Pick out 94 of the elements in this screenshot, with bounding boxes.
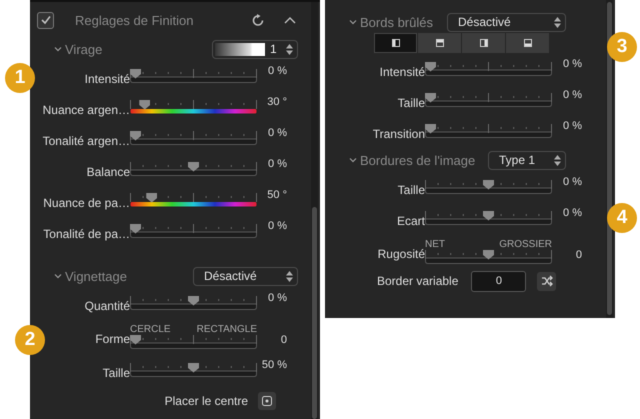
chevron-down-icon[interactable] <box>349 157 357 163</box>
shuffle-icon <box>540 275 553 287</box>
slider-label: Transition <box>372 126 425 140</box>
slider-value: 30 ° <box>267 96 287 108</box>
slider-value: 0 % <box>268 158 287 170</box>
input-field[interactable]: 0 <box>471 270 526 292</box>
slider[interactable] <box>425 180 552 194</box>
field-label: Border variable <box>377 274 458 288</box>
slider[interactable] <box>130 68 257 82</box>
section-title: Bords brûlés <box>360 14 433 30</box>
border-side-icon <box>480 39 488 47</box>
checkbox[interactable] <box>37 12 54 28</box>
slider[interactable] <box>425 124 552 138</box>
stepper-arrows-icon <box>286 44 293 54</box>
step-badge: 3 <box>607 32 637 62</box>
gradient-spinner[interactable]: 1 <box>212 40 298 58</box>
segment-tab[interactable] <box>506 33 549 53</box>
slider-value: 50 % <box>262 359 287 371</box>
center-button[interactable] <box>258 392 276 410</box>
slider-value: 0 <box>280 334 287 346</box>
slider[interactable] <box>425 210 552 224</box>
target-icon <box>262 396 272 406</box>
chevron-down-icon[interactable] <box>54 46 62 52</box>
step-badge: 2 <box>15 325 45 355</box>
slider-value: 50 ° <box>267 189 287 201</box>
slider-label: Intensité <box>380 64 425 78</box>
border-side-icon <box>392 39 400 47</box>
slider-label: Ecart <box>396 212 425 228</box>
segment-tab[interactable] <box>418 33 461 53</box>
slider[interactable] <box>425 62 552 76</box>
slider-value: 0 % <box>563 89 582 101</box>
chevron-down-icon[interactable] <box>54 273 62 279</box>
slider-label: Taille <box>398 94 425 110</box>
slider-label: Taille <box>398 182 425 196</box>
gradient-swatch <box>215 42 265 56</box>
slider-label: Rugosité <box>378 247 425 261</box>
slider[interactable] <box>130 100 257 114</box>
stepper-arrows-icon <box>554 154 561 166</box>
section-title: Vignettage <box>65 268 127 284</box>
dropdown[interactable]: Type 1 <box>488 150 566 170</box>
slider-label: Tonalité argen… <box>42 132 130 148</box>
slider[interactable] <box>130 130 257 144</box>
slider-label: Nuance de pa… <box>43 194 130 210</box>
slider-label: Nuance argen… <box>42 102 130 116</box>
slider-value: 0 % <box>268 292 287 304</box>
chevron-down-icon[interactable] <box>349 19 357 25</box>
scrollbar[interactable] <box>311 2 318 419</box>
slider[interactable] <box>130 192 257 206</box>
slider-value: 0 % <box>268 220 287 232</box>
scale-label: RECTANGLE <box>196 324 257 334</box>
slider-value: 0 % <box>563 120 582 132</box>
slider-thumb[interactable] <box>139 100 150 110</box>
scale-label: NET <box>425 238 445 250</box>
step-badge: 4 <box>607 203 637 233</box>
collapse-icon[interactable] <box>284 16 296 24</box>
dropdown[interactable]: Désactivé <box>447 12 566 32</box>
slider-label: Tonalité de pa… <box>43 226 130 240</box>
step-badge: 1 <box>5 63 35 93</box>
slider-label: Quantité <box>84 298 130 312</box>
border-side-icon <box>436 39 444 47</box>
slider-value: 0 <box>576 249 582 261</box>
slider-label: Forme <box>95 331 130 346</box>
slider-label: Balance <box>86 164 130 178</box>
check-icon <box>40 15 50 25</box>
place-center-label: Placer le centre <box>164 394 248 408</box>
shuffle-button[interactable] <box>537 272 556 290</box>
panel-title: Reglages de Finition <box>75 12 195 28</box>
slider-value: 0 % <box>563 176 582 188</box>
scale-label: CERCLE <box>130 324 171 334</box>
slider-label: Intensité <box>84 70 130 86</box>
section-title: Bordures de l'image <box>360 152 476 168</box>
slider[interactable] <box>130 162 257 176</box>
reset-icon[interactable] <box>252 14 265 26</box>
stepper-arrows-icon <box>286 270 293 282</box>
slider-value: 0 % <box>268 65 287 77</box>
scrollbar[interactable] <box>606 0 613 318</box>
slider[interactable] <box>425 250 552 264</box>
slider-thumb[interactable] <box>146 192 158 202</box>
slider[interactable] <box>130 334 257 348</box>
slider[interactable] <box>425 92 552 106</box>
scale-label: GROSSIER <box>499 238 552 250</box>
slider-value: 0 % <box>563 58 582 70</box>
slider[interactable] <box>130 296 257 310</box>
stepper-arrows-icon <box>554 16 561 28</box>
segment-tab[interactable] <box>462 33 505 53</box>
slider-value: 0 % <box>268 127 287 139</box>
slider-label: Taille <box>102 364 130 380</box>
slider[interactable] <box>130 362 257 376</box>
dropdown[interactable]: Désactivé <box>193 266 298 286</box>
slider[interactable] <box>130 224 257 238</box>
border-side-icon <box>524 39 532 47</box>
segment-tab[interactable] <box>374 33 417 53</box>
slider-value: 0 % <box>563 207 582 219</box>
section-title: Virage <box>65 42 102 56</box>
